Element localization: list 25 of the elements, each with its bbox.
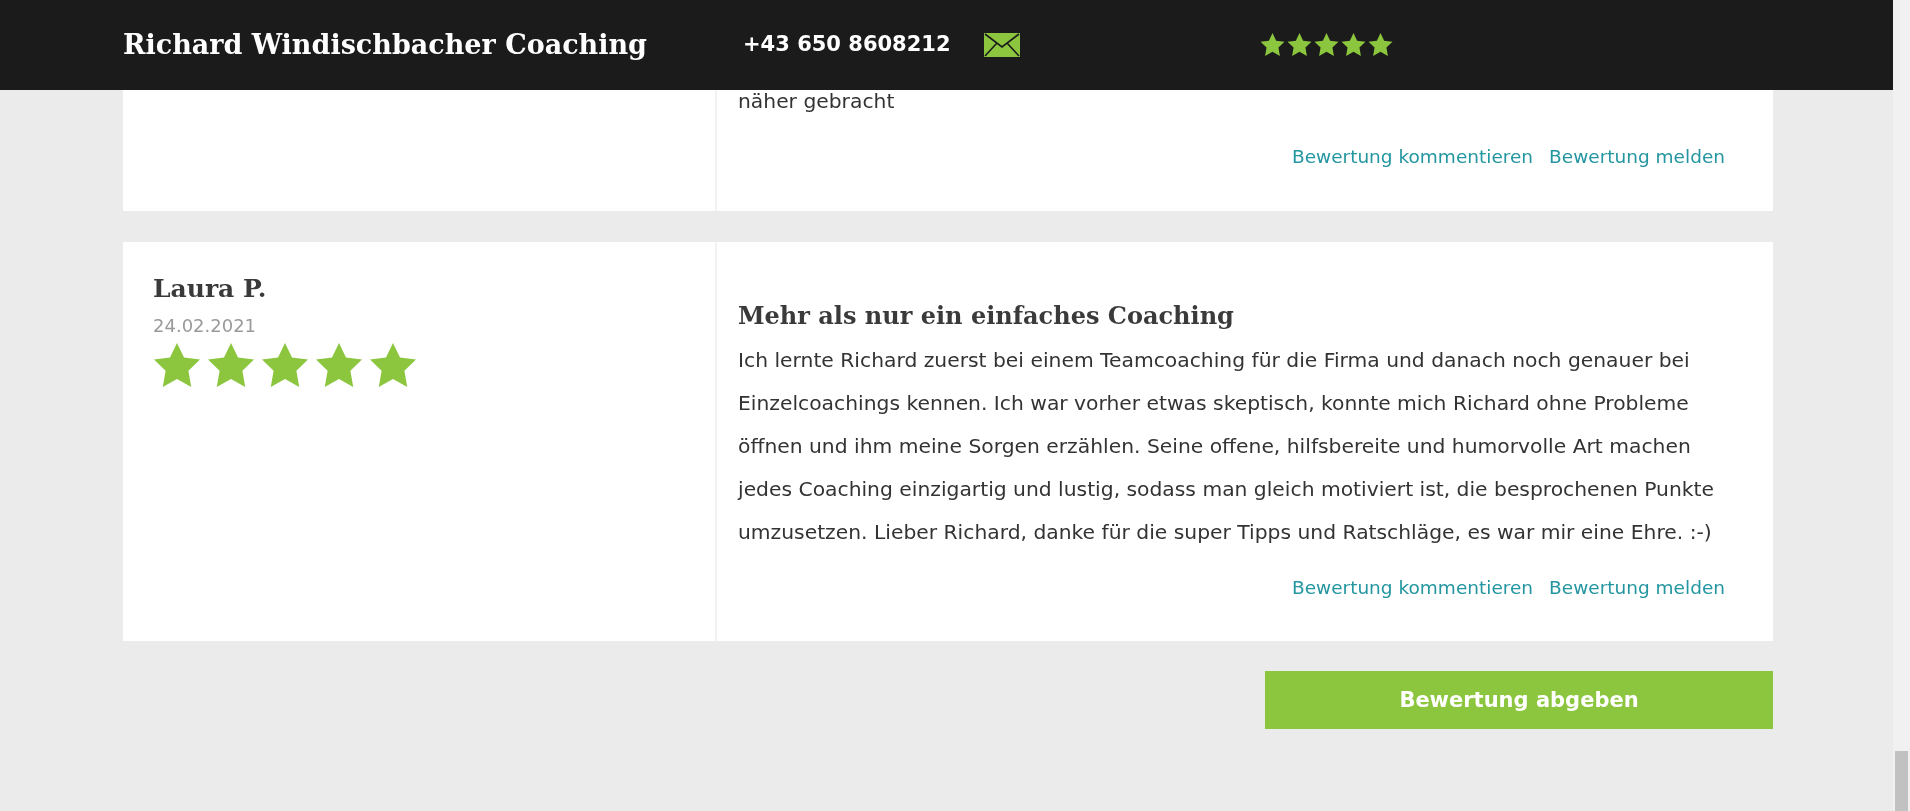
review-text: näher gebracht: [738, 88, 896, 115]
author-name: Laura P.: [153, 272, 268, 305]
star-icon: [261, 343, 309, 390]
review-link[interactable]: Bewertung kommentieren: [1291, 573, 1534, 602]
review-link[interactable]: Bewertung melden: [1549, 143, 1725, 171]
star-icon: [315, 343, 363, 390]
star-icon: [369, 343, 417, 390]
phone-number[interactable]: +43 650 8608212: [743, 29, 984, 61]
star-icon: [207, 343, 255, 390]
star-icon: [1368, 33, 1393, 57]
review-title: Mehr als nur ein einfaches Coaching: [738, 301, 1235, 331]
submit-review-button[interactable]: Bewertung abgeben: [1265, 671, 1773, 730]
site-title[interactable]: Richard Windischbacher Coaching: [123, 24, 743, 66]
star-icon: [1341, 33, 1366, 57]
star-icon: [1314, 33, 1339, 57]
review-link[interactable]: Bewertung melden: [1549, 573, 1725, 602]
star-icon: [1260, 33, 1285, 57]
scrollbar[interactable]: [1893, 0, 1910, 811]
star-icon: [1287, 33, 1312, 57]
star-icon: [153, 343, 201, 390]
review-link[interactable]: Bewertung kommentieren: [1291, 143, 1534, 171]
review-date: 24.02.2021: [153, 314, 258, 339]
mail-icon[interactable]: [984, 33, 1020, 57]
scrollbar-thumb[interactable]: [1895, 751, 1908, 811]
review-text: Ich lernte Richard zuerst bei einem Teamcoaching für die Firma und danach noch genauer bei Einzelcoachings kennen. Ich war vorher etwas skeptisch, konnte mich Richard ohne Probleme öffnen und ihm meine Sorgen erzählen. Seine offene, hilfsbereite und humorvolle Art machen jedes Coaching einzigartig und lustig, sodass man gleich motiviert ist, die besprochenen Punkte umzusetzen. Lieber Richard, danke für die super Tipps und Ratschläge, es war mir eine Ehre. :-): [738, 346, 1715, 546]
